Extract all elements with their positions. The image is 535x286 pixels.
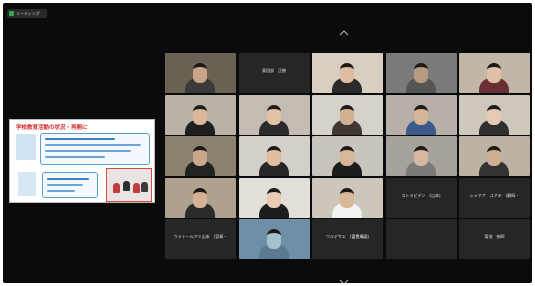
slide-group-photo	[106, 168, 152, 202]
participant-tile[interactable]	[385, 53, 457, 93]
meeting-window: ミーティング 学校教育活動の状況・再開に 東田部 正樹ストラビデン (山本) シャ…	[3, 3, 532, 283]
participant-tile[interactable]	[385, 94, 457, 135]
participant-name: シャアア ユアキ (静岡・	[469, 192, 520, 198]
participant-video-face	[193, 187, 207, 208]
participant-tile[interactable]: 東田部 正樹	[238, 53, 310, 93]
slide-portrait-image	[16, 134, 36, 160]
shield-icon	[9, 11, 14, 16]
participant-video-face	[266, 104, 281, 125]
meeting-info-label: ミーティング	[16, 11, 40, 16]
participant-tile[interactable]: 菊池 伸四	[459, 219, 530, 259]
participant-tile[interactable]	[385, 219, 457, 259]
shared-slide-title: 学校教育活動の状況・再開に	[16, 125, 88, 131]
participant-tile[interactable]	[165, 53, 236, 93]
participant-video-face	[487, 63, 501, 83]
participant-tile[interactable]	[385, 136, 457, 176]
participant-tile[interactable]: ウメトールアミ山本 (宮崎・	[165, 219, 236, 259]
slide-text-box-2	[42, 172, 98, 198]
participant-name: 菊池 伸四	[484, 234, 505, 239]
participant-video-face	[266, 187, 281, 208]
participant-tile[interactable]	[312, 53, 383, 93]
participant-tile[interactable]: ストラビデン (山本)	[385, 177, 457, 218]
shared-screen-panel[interactable]: 学校教育活動の状況・再開に	[9, 119, 155, 203]
participant-tile[interactable]	[165, 94, 236, 135]
meeting-info-badge[interactable]: ミーティング	[7, 9, 47, 18]
participant-video-face	[487, 104, 501, 125]
participant-tile[interactable]	[238, 94, 310, 135]
gallery-view-grid: 東田部 正樹ストラビデン (山本) シャアア ユアキ (静岡・ウメトールアミ山本 …	[165, 53, 532, 263]
participant-tile[interactable]	[459, 94, 530, 135]
participant-video-face	[193, 146, 207, 166]
participant-video-face	[340, 104, 354, 125]
chevron-down-icon[interactable]	[339, 279, 349, 283]
participant-video-face	[340, 146, 354, 166]
participant-tile[interactable]: シャアア ユアキ (静岡・	[459, 177, 530, 218]
participant-video-face	[413, 146, 428, 166]
slide-text-box	[40, 133, 150, 165]
participant-tile[interactable]	[238, 219, 310, 259]
participant-tile[interactable]	[238, 136, 310, 176]
participant-video-face	[266, 146, 281, 166]
participant-video-face	[413, 104, 428, 125]
participant-video-face	[193, 104, 207, 125]
participant-tile[interactable]	[312, 136, 383, 176]
participant-tile[interactable]	[238, 177, 310, 218]
participant-tile[interactable]	[165, 177, 236, 218]
participant-tile[interactable]	[312, 94, 383, 135]
participant-name: 東田部 正樹	[262, 68, 286, 73]
participant-name: ウメトールアミ山本 (宮崎・	[173, 234, 228, 239]
slide-person-image	[18, 172, 36, 196]
participant-name: ストラビデン (山本)	[401, 192, 441, 198]
participant-tile[interactable]	[459, 53, 530, 93]
participant-video-face	[413, 63, 428, 83]
participant-video-face	[340, 63, 354, 83]
chevron-up-icon[interactable]	[339, 30, 349, 36]
participant-video-face	[193, 63, 207, 83]
participant-video-face	[487, 146, 501, 166]
participant-name: ウルデサエ (富豊構図)	[325, 234, 370, 239]
participant-video-face	[340, 187, 354, 208]
participant-tile[interactable]: ウルデサエ (富豊構図)	[312, 219, 383, 259]
participant-video-face	[266, 229, 281, 249]
participant-background	[385, 219, 457, 259]
participant-tile[interactable]	[459, 136, 530, 176]
participant-tile[interactable]	[165, 136, 236, 176]
participant-tile[interactable]	[312, 177, 383, 218]
